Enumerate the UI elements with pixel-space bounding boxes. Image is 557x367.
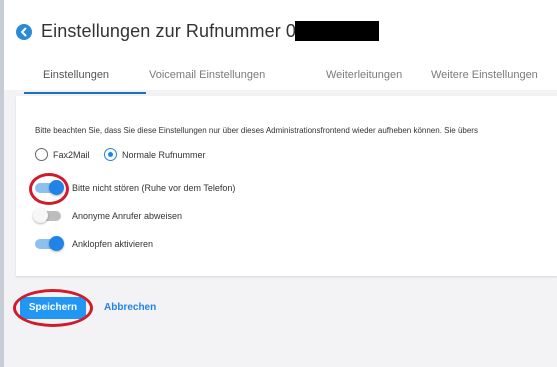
- settings-card: Bitte beachten Sie, dass Sie diese Einst…: [16, 96, 557, 276]
- toggle-nicht-stoeren-label: Bitte nicht stören (Ruhe vor dem Telefon…: [72, 183, 236, 193]
- radio-fax2mail[interactable]: [35, 148, 48, 161]
- tab-voicemail-einstellungen[interactable]: Voicemail Einstellungen: [149, 69, 265, 81]
- cancel-button[interactable]: Abbrechen: [104, 302, 156, 313]
- tab-weitere-einstellungen[interactable]: Weitere Einstellungen: [431, 69, 538, 81]
- active-tab-indicator: [24, 92, 146, 94]
- toggle-nicht-stoeren-knob[interactable]: [49, 180, 64, 195]
- radio-normale-rufnummer-label: Normale Rufnummer: [122, 150, 206, 160]
- notice-text: Bitte beachten Sie, dass Sie diese Einst…: [35, 126, 478, 135]
- page-title: Einstellungen zur Rufnummer 01: [41, 21, 307, 41]
- toggle-anklopfen-label: Anklopfen aktivieren: [72, 239, 154, 249]
- tab-weiterleitungen[interactable]: Weiterleitungen: [326, 69, 402, 81]
- toggle-anklopfen-knob[interactable]: [49, 236, 64, 251]
- toggle-anonyme-anrufer-label: Anonyme Anrufer abweisen: [72, 211, 183, 221]
- back-arrow-icon[interactable]: [16, 24, 32, 40]
- tab-bar: Einstellungen Voicemail Einstellungen We…: [4, 61, 557, 94]
- radio-normale-rufnummer[interactable]: [104, 148, 117, 161]
- toggle-anonyme-anrufer-knob[interactable]: [33, 208, 48, 223]
- tab-einstellungen[interactable]: Einstellungen: [43, 69, 109, 81]
- redacted-number: [295, 21, 379, 41]
- radio-fax2mail-label: Fax2Mail: [53, 150, 90, 160]
- save-button[interactable]: Speichern: [20, 297, 86, 319]
